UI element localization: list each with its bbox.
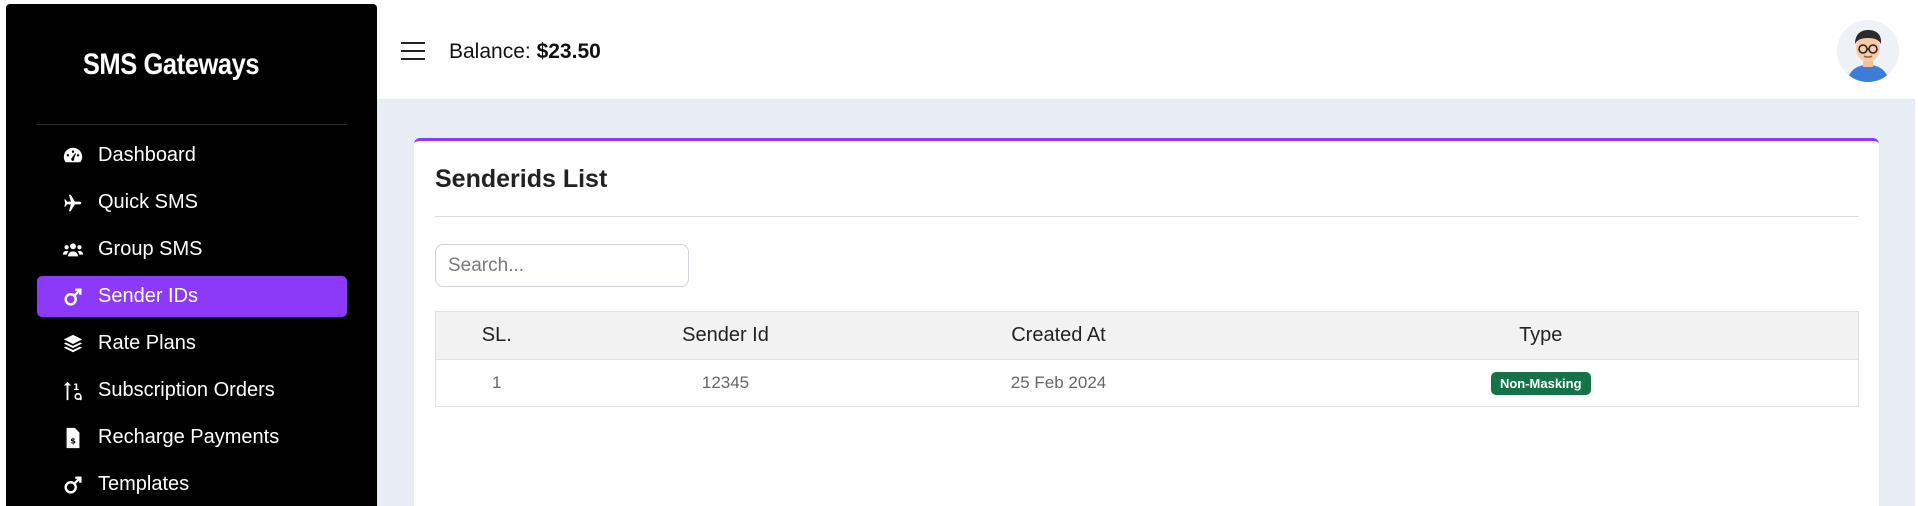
column-header-created-at[interactable]: Created At xyxy=(893,311,1224,360)
senderids-card: Senderids List SL. Sender Id Created At … xyxy=(414,138,1879,506)
sidebar-item-rate-plans[interactable]: Rate Plans xyxy=(37,323,347,364)
sort-icon: 1 xyxy=(62,380,84,402)
sidebar-item-label: Quick SMS xyxy=(98,191,199,213)
sidebar-item-label: Group SMS xyxy=(98,238,203,260)
sidebar-item-group-sms[interactable]: Group SMS xyxy=(37,229,347,270)
sidebar-item-label: Dashboard xyxy=(98,144,196,166)
balance-display: Balance: $23.50 xyxy=(449,40,601,64)
mars-icon xyxy=(62,286,84,308)
user-avatar[interactable] xyxy=(1837,20,1899,82)
balance-label: Balance: xyxy=(449,40,531,63)
sidebar-item-sender-ids[interactable]: Sender IDs xyxy=(37,276,347,317)
type-badge: Non-Masking xyxy=(1490,371,1591,395)
hamburger-menu-icon[interactable] xyxy=(401,42,425,62)
column-header-sl[interactable]: SL. xyxy=(435,311,558,360)
card-divider xyxy=(435,216,1859,217)
sidebar-item-label: Recharge Payments xyxy=(98,426,280,448)
users-icon xyxy=(62,239,84,261)
layers-icon xyxy=(62,333,84,355)
sidebar-item-label: Subscription Orders xyxy=(98,379,275,401)
table-row: 1 12345 25 Feb 2024 Non-Masking xyxy=(436,360,1859,407)
cell-sender-id: 12345 xyxy=(701,373,750,392)
avatar-icon xyxy=(1837,20,1899,82)
sidebar-item-dashboard[interactable]: Dashboard xyxy=(37,135,347,176)
top-bar: Balance: $23.50 xyxy=(377,4,1915,100)
balance-value: $23.50 xyxy=(536,40,601,63)
sidebar-item-subscription-orders[interactable]: 1 Subscription Orders xyxy=(37,370,347,411)
sidebar-item-quick-sms[interactable]: Quick SMS xyxy=(37,182,347,223)
sidebar-item-label: Templates xyxy=(98,473,190,495)
cell-sl: 1 xyxy=(492,373,502,392)
invoice-icon: $ xyxy=(62,427,84,449)
svg-text:$: $ xyxy=(70,435,76,445)
table-header-row: SL. Sender Id Created At Type xyxy=(435,311,1859,360)
sidebar-divider xyxy=(36,124,347,125)
sidebar-item-templates[interactable]: Templates xyxy=(37,464,347,505)
column-header-sender-id[interactable]: Sender Id xyxy=(557,311,894,360)
sidebar-item-recharge-payments[interactable]: $ Recharge Payments xyxy=(37,417,347,458)
page-title: Senderids List xyxy=(435,165,608,193)
column-header-type[interactable]: Type xyxy=(1223,311,1859,360)
brand-logo[interactable]: SMS Gateways xyxy=(31,48,312,82)
cell-created-at: 25 Feb 2024 xyxy=(1010,373,1107,392)
sidebar-item-label: Sender IDs xyxy=(98,285,199,307)
svg-text:1: 1 xyxy=(73,382,79,393)
gauge-icon xyxy=(62,145,84,167)
plane-icon xyxy=(62,192,84,214)
cell-type: Non-Masking xyxy=(1224,360,1859,407)
senderids-table: SL. Sender Id Created At Type 1 12345 25… xyxy=(435,311,1859,407)
sidebar-item-label: Rate Plans xyxy=(98,332,196,354)
search-input[interactable] xyxy=(435,244,689,287)
sidebar: SMS Gateways Dashboard Quick SMS Group S… xyxy=(6,4,377,506)
main-content: Senderids List SL. Sender Id Created At … xyxy=(377,100,1915,506)
sidebar-nav: Dashboard Quick SMS Group SMS Sender IDs… xyxy=(37,135,347,506)
mars-icon xyxy=(62,474,84,496)
